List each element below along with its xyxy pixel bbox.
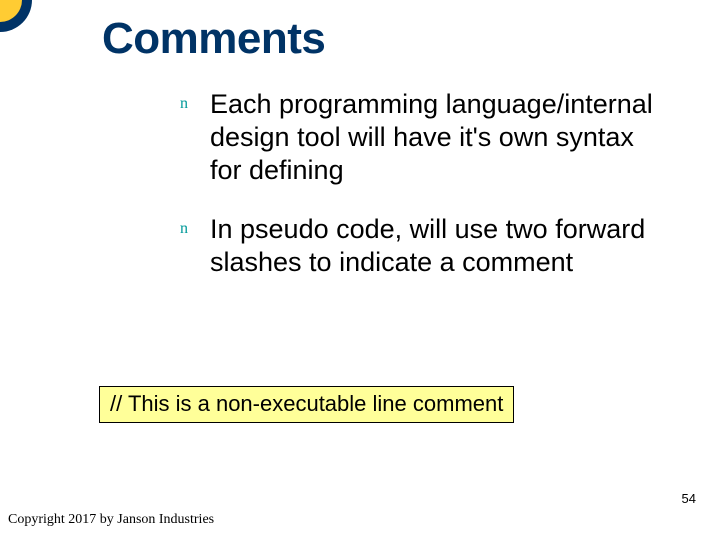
page-number: 54 — [682, 491, 696, 506]
slide-title: Comments — [102, 14, 325, 64]
bullet-list: n Each programming language/internal des… — [180, 88, 670, 305]
bullet-marker: n — [180, 88, 210, 120]
bullet-text: Each programming language/internal desig… — [210, 88, 670, 187]
bullet-text: In pseudo code, will use two forward sla… — [210, 213, 670, 279]
list-item: n In pseudo code, will use two forward s… — [180, 213, 670, 279]
code-example-box: // This is a non-executable line comment — [99, 386, 514, 423]
copyright-notice: Copyright 2017 by Janson Industries — [8, 512, 214, 528]
corner-accent-icon — [0, 0, 32, 32]
list-item: n Each programming language/internal des… — [180, 88, 670, 187]
bullet-marker: n — [180, 213, 210, 245]
